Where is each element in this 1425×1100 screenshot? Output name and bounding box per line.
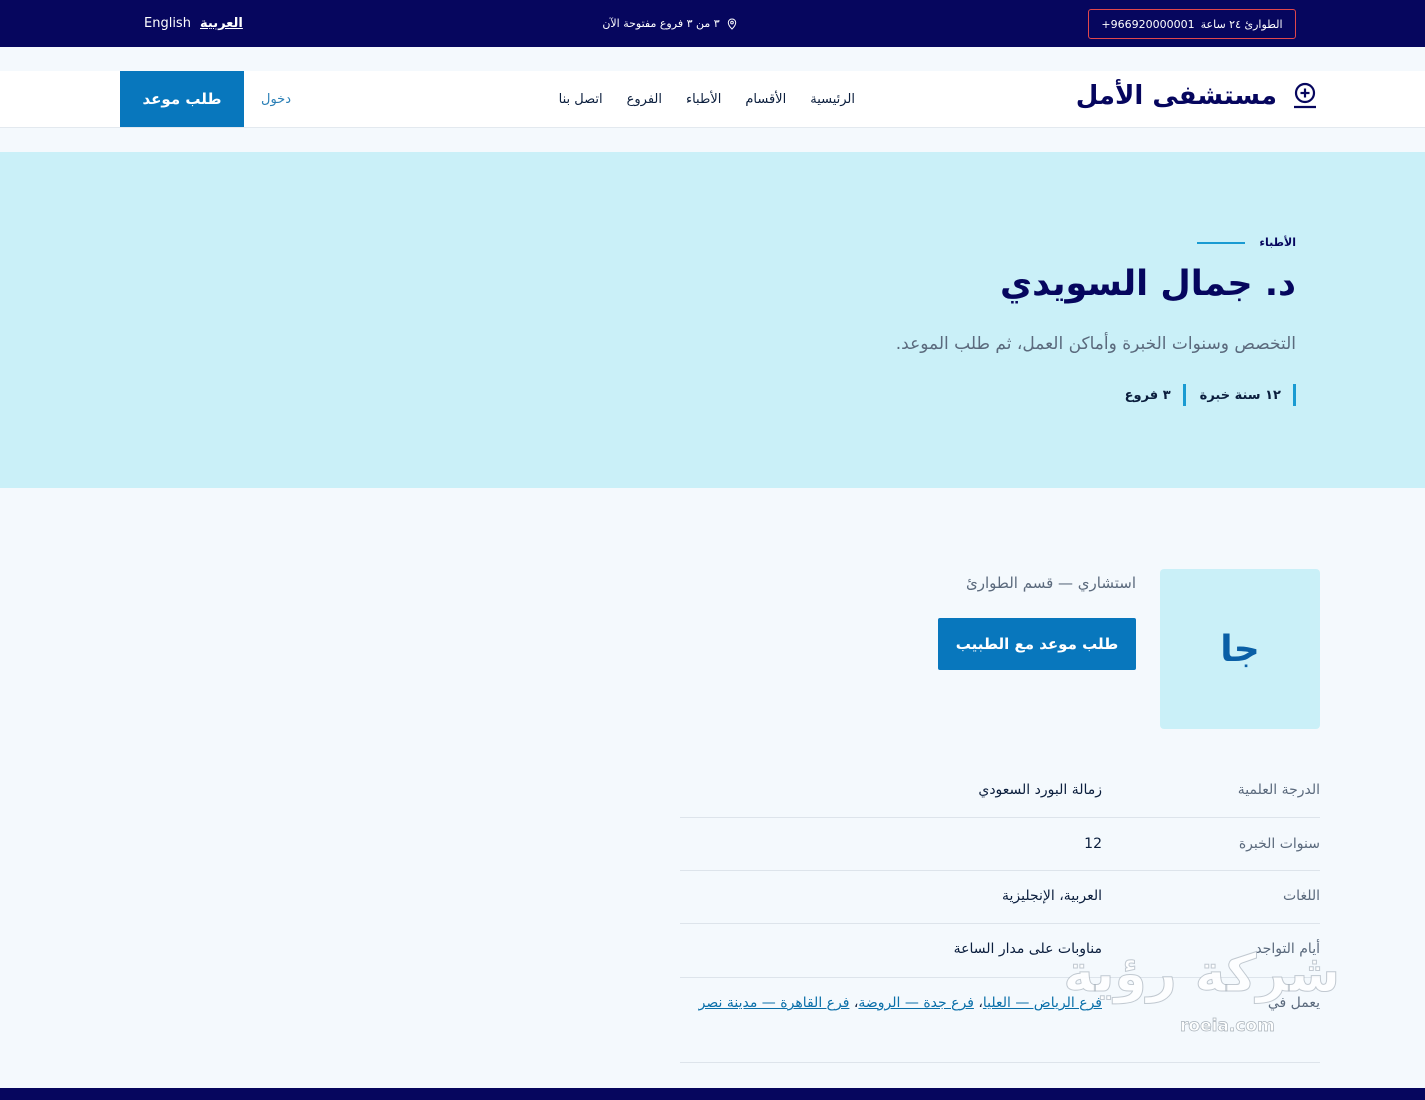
detail-row-languages: اللغات العربية، الإنجليزية — [680, 871, 1320, 924]
hospital-plus-icon — [1294, 82, 1316, 109]
login-link[interactable]: دخول — [261, 71, 291, 128]
nav-departments[interactable]: الأقسام — [745, 92, 786, 107]
emergency-phone[interactable]: +966920000001 — [1101, 18, 1194, 31]
watermark: شركة رؤية roeia.com — [1063, 944, 1386, 1044]
detail-value: العربية، الإنجليزية — [1001, 888, 1102, 904]
watermark-text: شركة رؤية — [1063, 944, 1341, 1005]
lang-english-link[interactable]: English — [144, 0, 191, 47]
detail-label: الدرجة العلمية — [1237, 782, 1320, 798]
nav-home[interactable]: الرئيسية — [810, 92, 855, 107]
doctor-role: استشاري — قسم الطوارئ — [966, 574, 1136, 592]
doctor-hero: الأطباء د. جمال السويدي التخصص وسنوات ال… — [0, 152, 1425, 488]
branch-link-cairo[interactable]: فرع القاهرة — مدينة نصر — [699, 995, 850, 1011]
location-pin-icon — [727, 17, 736, 30]
branch-links: فرع الرياض — العليا، فرع جدة — الروضة، ف… — [680, 987, 1102, 1062]
main-nav: الرئيسية الأقسام الأطباء الفروع اتصل بنا — [505, 71, 855, 128]
avatar: جا — [1160, 569, 1320, 729]
breadcrumb-doctors[interactable]: الأطباء — [1259, 236, 1296, 249]
header-spacer — [0, 47, 1425, 71]
detail-value: مناوبات على مدار الساعة — [953, 941, 1102, 957]
nav-branches[interactable]: الفروع — [627, 92, 662, 107]
branch-link-jeddah[interactable]: فرع جدة — الروضة — [858, 995, 974, 1011]
stat-branches: ٣ فروع — [1125, 384, 1186, 406]
main-header: مستشفى الأمل الرئيسية الأقسام الأطباء ال… — [0, 71, 1425, 128]
detail-row-degree: الدرجة العلمية زمالة البورد السعودي — [680, 764, 1320, 818]
doctor-stats: ١٢ سنة خبرة ٣ فروع — [1125, 384, 1296, 406]
detail-label: اللغات — [1283, 888, 1320, 904]
detail-label: سنوات الخبرة — [1238, 836, 1320, 852]
book-appointment-button[interactable]: طلب موعد — [120, 71, 244, 127]
footer-top-edge — [0, 1088, 1425, 1100]
watermark-url: roeia.com — [1180, 1016, 1276, 1037]
nav-doctors[interactable]: الأطباء — [686, 92, 721, 107]
detail-row-experience: سنوات الخبرة 12 — [680, 818, 1320, 871]
detail-value: زمالة البورد السعودي — [978, 782, 1102, 798]
emergency-hotline[interactable]: الطوارئ ٢٤ ساعة +966920000001 — [1088, 9, 1296, 39]
site-logo[interactable]: مستشفى الأمل — [1076, 81, 1319, 111]
logo-text: مستشفى الأمل — [1075, 81, 1277, 111]
nav-contact[interactable]: اتصل بنا — [559, 92, 603, 107]
lang-arabic-link[interactable]: العربية — [200, 0, 243, 47]
branches-open-status: ٣ من ٣ فروع مفتوحة الآن — [560, 0, 780, 47]
branches-open-text: ٣ من ٣ فروع مفتوحة الآن — [602, 17, 720, 30]
emergency-label: الطوارئ ٢٤ ساعة — [1200, 17, 1283, 31]
detail-value: 12 — [1084, 836, 1102, 852]
page-subtitle: التخصص وسنوات الخبرة وأماكن العمل، ثم طل… — [895, 334, 1296, 354]
eyebrow-divider — [1197, 241, 1246, 244]
top-bar: الطوارئ ٢٤ ساعة +966920000001 ٣ من ٣ فرو… — [0, 0, 1425, 47]
separator: ، — [973, 995, 983, 1011]
breadcrumb: الأطباء — [1197, 236, 1296, 249]
book-doctor-button[interactable]: طلب موعد مع الطبيب — [938, 618, 1136, 670]
page-title: د. جمال السويدي — [1000, 264, 1296, 304]
stat-experience: ١٢ سنة خبرة — [1200, 384, 1296, 406]
